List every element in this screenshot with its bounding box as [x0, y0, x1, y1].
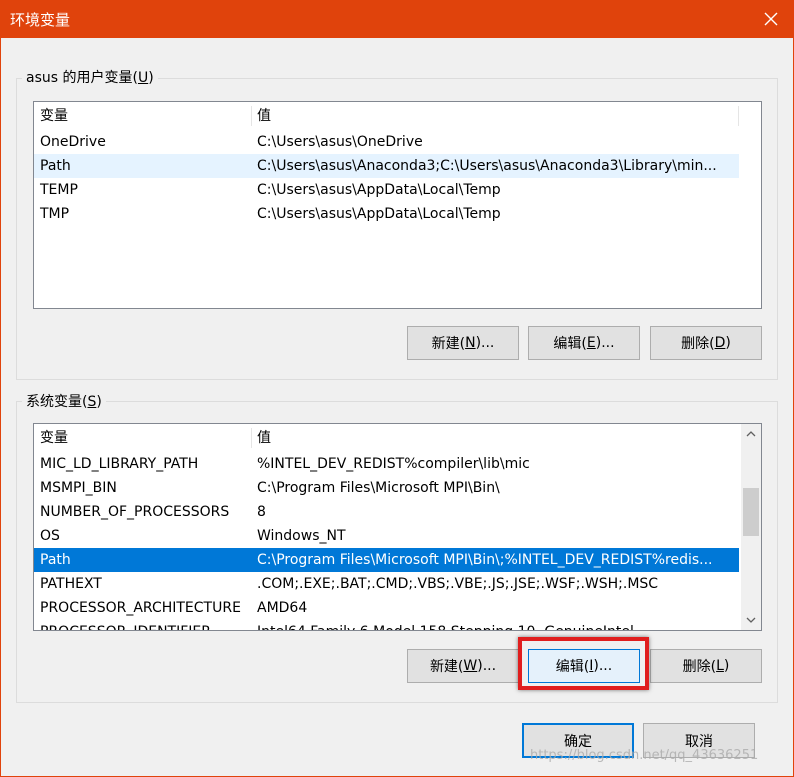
list-header: 变量 值: [34, 426, 741, 450]
list-item[interactable]: OS Windows_NT: [34, 524, 739, 548]
list-item[interactable]: OneDrive C:\Users\asus\OneDrive: [34, 130, 739, 154]
title-bar: 环境变量: [0, 0, 794, 38]
user-edit-button[interactable]: 编辑(E)...: [528, 326, 640, 360]
list-item[interactable]: Path C:\Users\asus\Anaconda3;C:\Users\as…: [34, 154, 739, 178]
system-variables-label: 系统变量(S): [22, 393, 106, 411]
list-item[interactable]: PROCESSOR_IDENTIFIER Intel64 Family 6 Mo…: [34, 620, 739, 630]
scroll-up-arrow[interactable]: [741, 424, 761, 444]
system-edit-button[interactable]: 编辑(I)...: [528, 649, 640, 683]
close-button[interactable]: [748, 0, 794, 38]
list-item[interactable]: TEMP C:\Users\asus\AppData\Local\Temp: [34, 178, 739, 202]
watermark-text: https://blog.csdn.net/qq_43636251: [530, 748, 759, 763]
chevron-up-icon: [746, 431, 756, 437]
vertical-scrollbar[interactable]: [741, 424, 761, 630]
list-item[interactable]: PROCESSOR_ARCHITECTURE AMD64: [34, 596, 739, 620]
list-item[interactable]: NUMBER_OF_PROCESSORS 8: [34, 500, 739, 524]
column-header-variable[interactable]: 变量: [40, 426, 68, 450]
system-delete-button[interactable]: 删除(L): [650, 649, 762, 683]
window-title: 环境变量: [10, 11, 71, 29]
close-icon: [764, 12, 778, 26]
list-item-selected[interactable]: Path C:\Program Files\Microsoft MPI\Bin\…: [34, 548, 739, 572]
chevron-down-icon: [746, 617, 756, 623]
list-item[interactable]: PATHEXT .COM;.EXE;.BAT;.CMD;.VBS;.VBE;.J…: [34, 572, 739, 596]
user-new-button[interactable]: 新建(N)...: [407, 326, 519, 360]
user-variables-label: asus 的用户变量(U): [22, 69, 158, 87]
column-header-variable[interactable]: 变量: [40, 104, 68, 128]
scroll-thumb[interactable]: [743, 488, 759, 536]
list-item[interactable]: TMP C:\Users\asus\AppData\Local\Temp: [34, 202, 739, 226]
column-header-value[interactable]: 值: [257, 104, 271, 128]
list-item[interactable]: MIC_LD_LIBRARY_PATH %INTEL_DEV_REDIST%co…: [34, 452, 739, 476]
list-item[interactable]: MSMPI_BIN C:\Program Files\Microsoft MPI…: [34, 476, 739, 500]
system-new-button[interactable]: 新建(W)...: [407, 649, 519, 683]
scroll-down-arrow[interactable]: [741, 610, 761, 630]
list-header: 变量 值: [34, 104, 761, 128]
system-variables-list[interactable]: 变量 值 MIC_LD_LIBRARY_PATH %INTEL_DEV_REDI…: [33, 423, 762, 631]
user-variables-list[interactable]: 变量 值 OneDrive C:\Users\asus\OneDrive Pat…: [33, 101, 762, 309]
user-delete-button[interactable]: 删除(D): [650, 326, 762, 360]
column-header-value[interactable]: 值: [257, 426, 271, 450]
